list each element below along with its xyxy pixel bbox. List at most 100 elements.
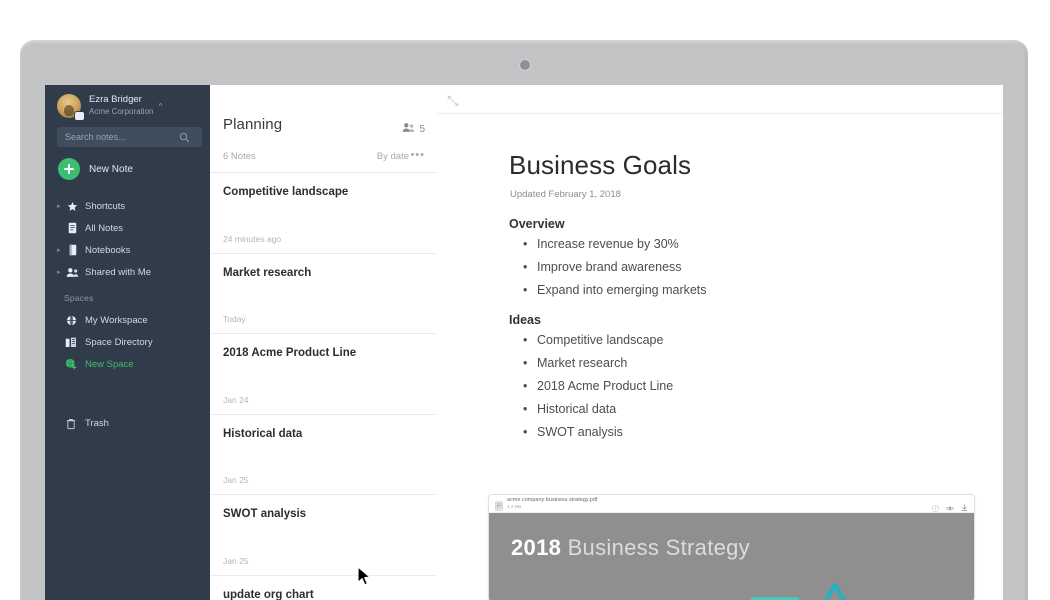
- list-item: 2018 Acme Product Line: [509, 375, 979, 398]
- attachment-header: acme company business strategy.pdf 4.2 M…: [489, 495, 974, 513]
- note-date: Jan 25: [223, 475, 249, 485]
- sidebar-item-shortcuts[interactable]: ▸ Shortcuts: [45, 195, 210, 217]
- spaces-list: My Workspace Space Directory New Space: [45, 309, 210, 375]
- sidebar-nav: ▸ Shortcuts ▸ All Notes ▸: [45, 195, 210, 283]
- pdf-file-icon: [495, 498, 503, 511]
- pdf-preview-artwork: [739, 573, 969, 600]
- search-input[interactable]: [57, 132, 177, 142]
- sidebar-item-all-notes[interactable]: ▸ All Notes: [45, 217, 210, 239]
- ideas-list: Competitive landscape Market research 20…: [509, 329, 979, 444]
- laptop-screen: Ezra Bridger Acme Corporation ^ New Note…: [45, 85, 1003, 600]
- note-title: Market research: [223, 266, 312, 279]
- notebook-icon: [65, 244, 79, 257]
- avatar: [57, 94, 84, 120]
- note-date: Jan 24: [223, 394, 249, 405]
- overview-list: Increase revenue by 30% Improve brand aw…: [509, 233, 979, 302]
- sidebar-item-new-space[interactable]: New Space: [45, 353, 210, 375]
- pdf-preview-title-year: 2018: [511, 535, 562, 560]
- chevron-up-icon[interactable]: ^: [158, 102, 162, 111]
- user-org: Acme Corporation: [89, 107, 154, 117]
- list-item[interactable]: Historical data Jan 25: [210, 415, 437, 495]
- plus-icon: [58, 158, 80, 180]
- note-toolbar: [437, 85, 1003, 114]
- people-icon: [65, 266, 79, 279]
- sidebar-item-label: Shortcuts: [85, 200, 126, 212]
- note-list-panel: Planning 5 6 Notes By date ••• Competiti…: [210, 85, 438, 600]
- new-note-button[interactable]: New Note: [58, 158, 133, 180]
- note-title: 2018 Acme Product Line: [223, 347, 357, 359]
- list-item: Expand into emerging markets: [509, 279, 979, 302]
- directory-icon: [64, 336, 78, 349]
- space-label: New Space: [85, 358, 134, 370]
- list-item: Improve brand awareness: [509, 256, 979, 279]
- pdf-attachment-card[interactable]: acme company business strategy.pdf 4.2 M…: [488, 494, 975, 600]
- note-title: Competitive landscape: [223, 186, 349, 198]
- expand-icon[interactable]: [447, 94, 459, 107]
- page-title: Business Goals: [509, 150, 692, 180]
- chevron-right-icon[interactable]: ▸: [57, 268, 64, 276]
- note-list: Competitive landscape 24 minutes ago Mar…: [210, 173, 437, 600]
- note-list-subbar: 6 Notes By date •••: [210, 145, 437, 173]
- list-item: Market research: [509, 352, 979, 375]
- sidebar-item-trash[interactable]: Trash: [64, 417, 109, 430]
- new-note-label: New Note: [89, 163, 133, 175]
- pdf-preview-title: 2018 Business Strategy: [511, 535, 750, 561]
- sort-by-button[interactable]: By date: [377, 151, 409, 162]
- notes-icon: [65, 222, 79, 235]
- chevron-right-icon[interactable]: ▸: [57, 202, 64, 210]
- members-count-value: 5: [419, 123, 425, 135]
- pdf-preview-title-rest: Business Strategy: [561, 535, 750, 560]
- add-space-icon: [64, 358, 78, 371]
- section-heading: Ideas: [509, 313, 541, 327]
- globe-icon: [64, 314, 78, 327]
- note-title: update org chart: [223, 588, 314, 600]
- members-count[interactable]: 5: [402, 120, 425, 138]
- webcam-dot-icon: [520, 60, 530, 70]
- user-name: Ezra Bridger: [89, 94, 142, 106]
- list-item: SWOT analysis: [509, 421, 979, 444]
- note-title: SWOT analysis: [223, 508, 307, 520]
- sidebar-item-my-workspace[interactable]: My Workspace: [45, 309, 210, 331]
- note-count-label: 6 Notes: [223, 151, 256, 162]
- space-label: My Workspace: [85, 314, 148, 326]
- screenshot-root: Ezra Bridger Acme Corporation ^ New Note…: [0, 0, 1050, 600]
- note-date: Today: [223, 314, 246, 324]
- user-account-row[interactable]: Ezra Bridger Acme Corporation ^: [57, 91, 202, 121]
- sidebar-item-notebooks[interactable]: ▸ Notebooks: [45, 239, 210, 261]
- list-item[interactable]: 2018 Acme Product Line Jan 24: [210, 334, 437, 415]
- people-icon: [402, 120, 415, 138]
- more-options-button[interactable]: •••: [410, 149, 425, 161]
- sidebar-item-space-directory[interactable]: Space Directory: [45, 331, 210, 353]
- sidebar: Ezra Bridger Acme Corporation ^ New Note…: [45, 85, 210, 600]
- notebook-title: Planning: [223, 116, 283, 133]
- sidebar-item-label: All Notes: [85, 222, 124, 234]
- trash-icon: [64, 417, 78, 430]
- pdf-preview[interactable]: 2018 Business Strategy: [489, 513, 974, 600]
- list-item: Historical data: [509, 398, 979, 421]
- search-box[interactable]: [57, 127, 202, 147]
- search-icon[interactable]: [179, 132, 190, 143]
- list-item: Competitive landscape: [509, 329, 979, 352]
- list-item[interactable]: Market research Today: [210, 254, 437, 334]
- sidebar-item-label: Notebooks: [85, 244, 131, 256]
- note-updated-timestamp: Updated February 1, 2018: [510, 189, 621, 200]
- trash-label: Trash: [85, 418, 109, 429]
- chevron-right-icon[interactable]: ▸: [57, 246, 64, 254]
- attachment-filename: acme company business strategy.pdf: [507, 497, 598, 503]
- spaces-header: Spaces: [64, 293, 94, 303]
- section-heading: Overview: [509, 217, 565, 231]
- star-icon: [65, 200, 79, 213]
- sidebar-item-shared-with-me[interactable]: ▸ Shared with Me: [45, 261, 210, 283]
- note-date: Jan 25: [223, 555, 249, 566]
- avatar-badge-icon: [75, 112, 84, 120]
- list-item[interactable]: update org chart: [210, 576, 437, 600]
- note-title: Historical data: [223, 427, 303, 440]
- attachment-filesize: 4.2 MB: [507, 504, 522, 509]
- sidebar-item-label: Shared with Me: [85, 266, 152, 278]
- list-item[interactable]: SWOT analysis Jan 25: [210, 495, 437, 576]
- note-body: Overview Increase revenue by 30% Improve…: [509, 217, 979, 444]
- note-date: 24 minutes ago: [223, 233, 282, 244]
- list-item[interactable]: Competitive landscape 24 minutes ago: [210, 173, 437, 254]
- space-label: Space Directory: [85, 336, 153, 348]
- user-text: Ezra Bridger Acme Corporation: [89, 94, 154, 117]
